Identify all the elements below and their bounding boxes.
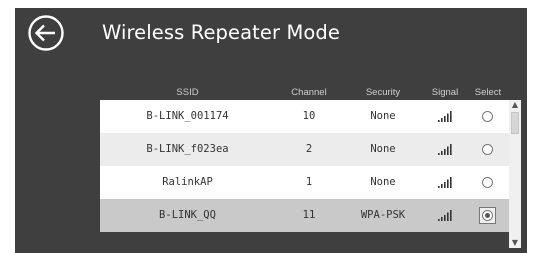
select-cell — [467, 100, 509, 133]
select-cell — [467, 133, 509, 166]
select-radio[interactable] — [482, 210, 493, 221]
signal-bars-icon — [438, 210, 452, 221]
signal-bars-icon — [438, 144, 452, 155]
security-cell: None — [370, 110, 396, 122]
network-row[interactable]: RalinkAP 1 None — [100, 166, 509, 199]
security-cell: None — [370, 176, 396, 188]
radio-dot — [485, 213, 490, 218]
ssid-cell: B-LINK_f023ea — [146, 143, 229, 155]
channel-cell: 2 — [305, 143, 313, 155]
page-title: Wireless Repeater Mode — [102, 21, 340, 44]
network-row[interactable]: B-LINK_QQ 11 WPA-PSK — [100, 199, 509, 232]
signal-cell — [423, 133, 467, 166]
ssid-cell: B-LINK_QQ — [159, 209, 216, 221]
network-row[interactable]: B-LINK_001174 10 None — [100, 100, 509, 133]
channel-cell: 1 — [305, 176, 313, 188]
select-radio[interactable] — [482, 177, 493, 188]
select-radio[interactable] — [482, 144, 493, 155]
channel-cell: 10 — [302, 110, 316, 122]
channel-cell: 11 — [302, 209, 316, 221]
select-cell — [467, 199, 509, 232]
back-arrow-circle-icon[interactable] — [27, 14, 65, 52]
ssid-cell: RalinkAP — [162, 176, 213, 188]
signal-bars-icon — [438, 177, 452, 188]
column-header-signal: Signal — [431, 87, 459, 98]
table-header: SSID Channel Security Signal Select — [100, 86, 511, 100]
scrollbar-thumb[interactable] — [511, 112, 519, 134]
column-header-ssid: SSID — [176, 87, 199, 98]
security-cell: WPA-PSK — [360, 209, 406, 221]
select-cell — [467, 166, 509, 199]
signal-cell — [423, 100, 467, 133]
signal-bars-icon — [438, 111, 452, 122]
column-header-channel: Channel — [291, 87, 327, 98]
vertical-scrollbar[interactable]: ▲ ▼ — [509, 100, 521, 248]
network-list[interactable]: B-LINK_001174 10 None B-LINK_f023ea 2 None Ral… — [100, 100, 509, 248]
security-cell: None — [370, 143, 396, 155]
scroll-up-icon[interactable]: ▲ — [509, 100, 521, 110]
column-header-select: Select — [474, 87, 502, 98]
signal-cell — [423, 166, 467, 199]
ssid-cell: B-LINK_001174 — [146, 110, 229, 122]
signal-cell — [423, 199, 467, 232]
network-row[interactable]: B-LINK_f023ea 2 None — [100, 133, 509, 166]
repeater-panel: Wireless Repeater Mode SSID Channel Secu… — [15, 8, 527, 253]
scroll-down-icon[interactable]: ▼ — [509, 238, 521, 248]
select-radio[interactable] — [482, 111, 493, 122]
column-header-security: Security — [365, 87, 401, 98]
